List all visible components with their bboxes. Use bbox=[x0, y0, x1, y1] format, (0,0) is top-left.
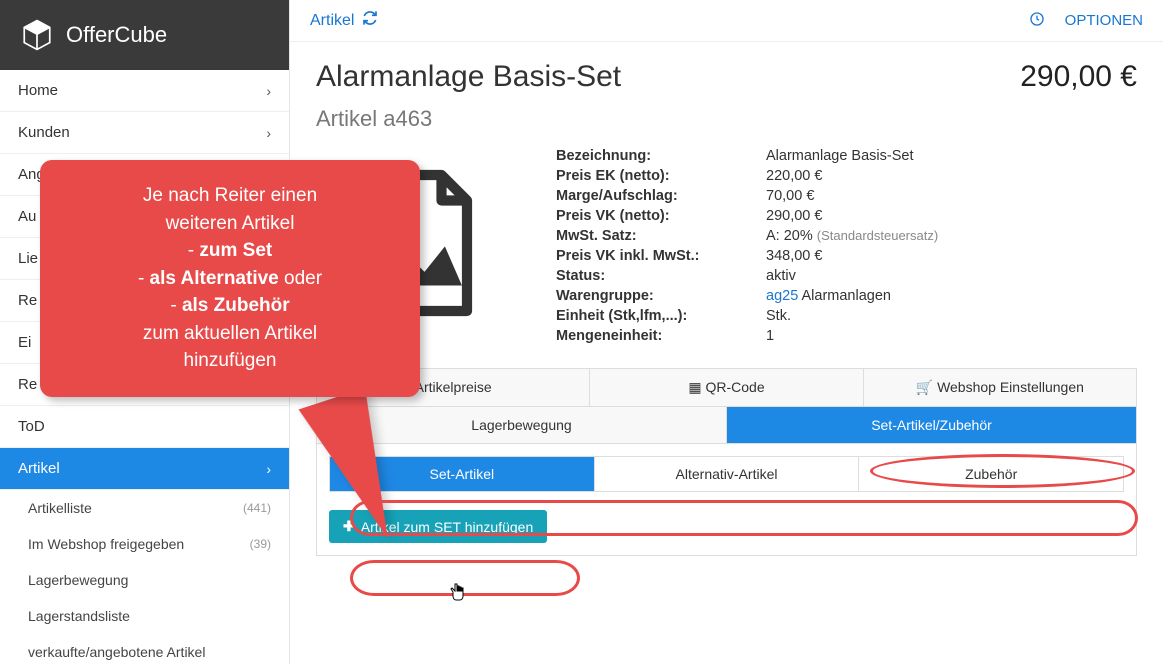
prop-value: aktiv bbox=[766, 268, 1137, 284]
qr-icon: ▦ bbox=[688, 379, 701, 395]
content: Alarmanlage Basis-Set 290,00 € Artikel a… bbox=[290, 42, 1163, 574]
prop-label: Marge/Aufschlag: bbox=[556, 188, 766, 204]
cursor-icon bbox=[450, 582, 468, 609]
prop-label: MwSt. Satz: bbox=[556, 228, 766, 244]
tab-set-artikel-zubehoer[interactable]: Set-Artikel/Zubehör bbox=[726, 407, 1136, 443]
options-link[interactable]: OPTIONEN bbox=[1065, 12, 1143, 29]
tab-webshop[interactable]: 🛒 Webshop Einstellungen bbox=[863, 369, 1136, 406]
page-title: Alarmanlage Basis-Set bbox=[316, 60, 621, 94]
topbar: Artikel OPTIONEN bbox=[290, 0, 1163, 42]
prop-label: Preis VK (netto): bbox=[556, 208, 766, 224]
chevron-right-icon: › bbox=[266, 125, 271, 141]
tabs-row1: Artikelpreise ▦ QR-Code 🛒 Webshop Einste… bbox=[316, 368, 1137, 406]
subtabs: Set-Artikel Alternativ-Artikel Zubehör bbox=[329, 456, 1124, 492]
prop-value: 290,00 € bbox=[766, 208, 1137, 224]
article-properties: Bezeichnung:Alarmanlage Basis-Set Preis … bbox=[556, 148, 1137, 344]
cube-icon bbox=[20, 18, 54, 52]
prop-label: Warengruppe: bbox=[556, 288, 766, 304]
nav-home[interactable]: Home› bbox=[0, 70, 289, 112]
nav-kunden[interactable]: Kunden› bbox=[0, 112, 289, 154]
sub-lagerstand[interactable]: Lagerstandsliste bbox=[0, 598, 289, 634]
nav-item-trunc6[interactable]: ToD bbox=[0, 406, 289, 448]
sub-verkaufte[interactable]: verkaufte/angebotene Artikel bbox=[0, 634, 289, 664]
main: Artikel OPTIONEN Alarmanlage Basis-Set 2… bbox=[290, 0, 1163, 664]
subtab-zubehoer[interactable]: Zubehör bbox=[858, 457, 1123, 491]
prop-value: Alarmanlage Basis-Set bbox=[766, 148, 1137, 164]
prop-label: Status: bbox=[556, 268, 766, 284]
sub-lagerbewegung[interactable]: Lagerbewegung bbox=[0, 562, 289, 598]
tab-qrcode[interactable]: ▦ QR-Code bbox=[589, 369, 862, 406]
prop-value: ag25 Alarmanlagen bbox=[766, 288, 1137, 304]
article-subtitle: Artikel a463 bbox=[316, 106, 1137, 132]
refresh-icon[interactable] bbox=[362, 10, 378, 31]
cart-icon: 🛒 bbox=[916, 379, 933, 395]
prop-label: Mengeneinheit: bbox=[556, 328, 766, 344]
prop-value: Stk. bbox=[766, 308, 1137, 324]
breadcrumb[interactable]: Artikel bbox=[310, 10, 378, 31]
prop-label: Preis EK (netto): bbox=[556, 168, 766, 184]
sub-artikelliste[interactable]: Artikelliste(441) bbox=[0, 490, 289, 526]
annotation-callout: Je nach Reiter einen weiteren Artikel - … bbox=[40, 160, 420, 397]
prop-value: 1 bbox=[766, 328, 1137, 344]
chevron-right-icon: › bbox=[266, 83, 271, 99]
tabs-row2: Lagerbewegung Set-Artikel/Zubehör bbox=[316, 406, 1137, 444]
nav-artikel[interactable]: Artikel› bbox=[0, 448, 289, 490]
subtab-alternativ[interactable]: Alternativ-Artikel bbox=[594, 457, 859, 491]
prop-value: 70,00 € bbox=[766, 188, 1137, 204]
brand-text: OfferCube bbox=[66, 22, 167, 48]
chevron-right-icon: › bbox=[266, 461, 271, 477]
prop-label: Einheit (Stk,lfm,...): bbox=[556, 308, 766, 324]
prop-value: 220,00 € bbox=[766, 168, 1137, 184]
prop-value: A: 20% (Standardsteuersatz) bbox=[766, 228, 1137, 244]
sub-webshop[interactable]: Im Webshop freigegeben(39) bbox=[0, 526, 289, 562]
article-price: 290,00 € bbox=[1020, 60, 1137, 94]
prop-value: 348,00 € bbox=[766, 248, 1137, 264]
prop-label: Preis VK inkl. MwSt.: bbox=[556, 248, 766, 264]
brand-header: OfferCube bbox=[0, 0, 289, 70]
subtabs-panel: Set-Artikel Alternativ-Artikel Zubehör ✚… bbox=[316, 444, 1137, 556]
clock-icon[interactable] bbox=[1029, 11, 1045, 31]
product-group-link[interactable]: ag25 bbox=[766, 288, 798, 304]
prop-label: Bezeichnung: bbox=[556, 148, 766, 164]
